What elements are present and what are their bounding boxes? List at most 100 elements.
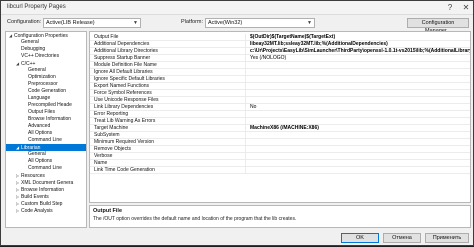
property-value[interactable]	[250, 62, 470, 69]
chevron-down-icon: ▼	[133, 20, 138, 26]
tree-item[interactable]: ◢ C/C++	[6, 60, 86, 67]
property-pages-window: libcurl Property Pages ? ✕ Configuration…	[0, 0, 474, 246]
tree-item[interactable]: ▷ XML Document Genera	[6, 179, 86, 186]
property-row[interactable]: Module Definition File Name	[90, 62, 470, 69]
tree-item-label: Preprocessor	[28, 81, 58, 87]
tree-item[interactable]: VC++ Directories	[6, 53, 86, 60]
property-row[interactable]: Output File $(OutDir)$(TargetName)$(Targe…	[90, 34, 470, 41]
tree-item[interactable]: Debugging	[6, 46, 86, 53]
property-row[interactable]: Suppress Startup Banner Yes (/NOLOGO)	[90, 55, 470, 62]
tree-item-label: Debugging	[21, 46, 46, 52]
tree-item[interactable]: Output Files	[6, 109, 86, 116]
dialog-footer: OK Отмена Применить	[1, 229, 473, 247]
property-row[interactable]: Link Library Dependencies No	[90, 104, 470, 111]
property-value[interactable]	[250, 146, 470, 153]
property-value[interactable]	[250, 118, 470, 125]
tree-item[interactable]: General	[6, 39, 86, 46]
property-row[interactable]: Additional Dependencies libeay32MT.lib;ss…	[90, 41, 470, 48]
tree-item[interactable]: ▷ Custom Build Step	[6, 200, 86, 207]
property-row[interactable]: Target Machine MachineX86 (/MACHINE:X86)	[90, 125, 470, 132]
tree-item-label: All Options	[28, 158, 53, 164]
property-value[interactable]: MachineX86 (/MACHINE:X86)	[250, 125, 470, 132]
tree-item-label: Command Line	[28, 165, 62, 171]
property-name: Treat Lib Warning As Errors	[94, 118, 246, 125]
tree-item[interactable]: Browse Information	[6, 116, 86, 123]
property-row[interactable]: Treat Lib Warning As Errors	[90, 118, 470, 125]
ok-button[interactable]: OK	[341, 233, 379, 243]
property-name: Force Symbol References	[94, 90, 246, 97]
property-value[interactable]	[250, 97, 470, 104]
property-row[interactable]: Use Unicode Response Files	[90, 97, 470, 104]
property-value[interactable]: $(OutDir)$(TargetName)$(TargetExt)	[250, 34, 470, 41]
apply-button[interactable]: Применить	[425, 233, 469, 243]
tree-item[interactable]: Optimization	[6, 74, 86, 81]
property-value[interactable]: libeay32MT.lib;ssleay32MT.lib;%(Addition…	[250, 41, 470, 48]
close-icon[interactable]: ✕	[459, 2, 473, 13]
tree-item[interactable]: ▷ Build Events	[6, 193, 86, 200]
property-value[interactable]	[250, 90, 470, 97]
cancel-button[interactable]: Отмена	[383, 233, 421, 243]
property-row[interactable]: Additional Library Directories c:\Ur\Proj…	[90, 48, 470, 55]
configuration-manager-button[interactable]: Configuration Manager...	[407, 18, 469, 34]
tree-item[interactable]: All Options	[6, 130, 86, 137]
chevron-down-icon: ▼	[307, 20, 312, 26]
property-row[interactable]: Verbose	[90, 153, 470, 160]
tree-item[interactable]: ◢ Configuration Properties	[6, 32, 86, 39]
property-name: Ignore All Default Libraries	[94, 69, 246, 76]
property-row[interactable]: Force Symbol References	[90, 90, 470, 97]
tree-item-label: General	[21, 39, 39, 45]
help-icon[interactable]: ?	[443, 2, 457, 13]
property-value[interactable]	[250, 83, 470, 90]
property-name: Output File	[94, 34, 246, 41]
property-name: Link Library Dependencies	[94, 104, 246, 111]
property-row[interactable]: Minimum Required Version	[90, 139, 470, 146]
property-row[interactable]: SubSystem	[90, 132, 470, 139]
property-row[interactable]: Name	[90, 160, 470, 167]
property-value[interactable]	[250, 111, 470, 118]
property-name: Error Reporting	[94, 111, 246, 118]
property-value[interactable]	[250, 160, 470, 167]
property-name: Module Definition File Name	[94, 62, 246, 69]
property-row[interactable]: Ignore Specific Default Libraries	[90, 76, 470, 83]
tree-item[interactable]: Command Line	[6, 165, 86, 172]
configuration-select[interactable]: Active(LIB Release) ▼	[43, 18, 141, 28]
tree-item-label: Precompiled Heade	[28, 102, 72, 108]
property-row[interactable]: Link Time Code Generation	[90, 167, 470, 174]
property-name: Additional Library Directories	[94, 48, 246, 55]
tree-item[interactable]: ◢ Librarian	[6, 144, 86, 151]
tree-item[interactable]: Command Line	[6, 137, 86, 144]
property-value[interactable]	[250, 132, 470, 139]
tree-item[interactable]: Language	[6, 95, 86, 102]
property-row[interactable]: Error Reporting	[90, 111, 470, 118]
property-value[interactable]	[250, 76, 470, 83]
property-row[interactable]: Ignore All Default Libraries	[90, 69, 470, 76]
property-value[interactable]	[250, 153, 470, 160]
tree-item[interactable]: Advanced	[6, 123, 86, 130]
property-name: Target Machine	[94, 125, 246, 132]
property-row[interactable]: Export Named Functions	[90, 83, 470, 90]
tree-item[interactable]: Precompiled Heade	[6, 102, 86, 109]
platform-label: Platform:	[181, 19, 204, 25]
tree-item-label: General	[28, 67, 46, 73]
property-value[interactable]	[250, 167, 470, 174]
tree-item[interactable]: ▷ Resources	[6, 172, 86, 179]
tree-item[interactable]: ▷ Code Analysis	[6, 207, 86, 214]
tree-item-label: Browse Information	[28, 116, 72, 122]
tree-item[interactable]: General	[6, 151, 86, 158]
tree-item[interactable]: General	[6, 67, 86, 74]
property-value[interactable]: Yes (/NOLOGO)	[250, 55, 470, 62]
platform-select[interactable]: Active(Win32) ▼	[205, 18, 315, 28]
tree-item[interactable]: All Options	[6, 158, 86, 165]
property-value[interactable]	[250, 69, 470, 76]
tree-item[interactable]: Code Generation	[6, 88, 86, 95]
configuration-toolbar: Configuration: Active(LIB Release) ▼ Pla…	[1, 15, 473, 34]
property-value[interactable]: No	[250, 104, 470, 111]
property-value[interactable]: c:\Ur\Projects\EasyLib\SimLauncher\Third…	[250, 48, 470, 55]
property-value[interactable]	[250, 139, 470, 146]
tree-item[interactable]: Preprocessor	[6, 81, 86, 88]
property-grid[interactable]: Output File $(OutDir)$(TargetName)$(Targe…	[89, 31, 471, 203]
property-tree[interactable]: ◢ Configuration Properties General Debuggin…	[5, 31, 87, 228]
property-row[interactable]: Remove Objects	[90, 146, 470, 153]
window-title: libcurl Property Pages	[7, 4, 66, 10]
tree-item[interactable]: ▷ Browse Information	[6, 186, 86, 193]
